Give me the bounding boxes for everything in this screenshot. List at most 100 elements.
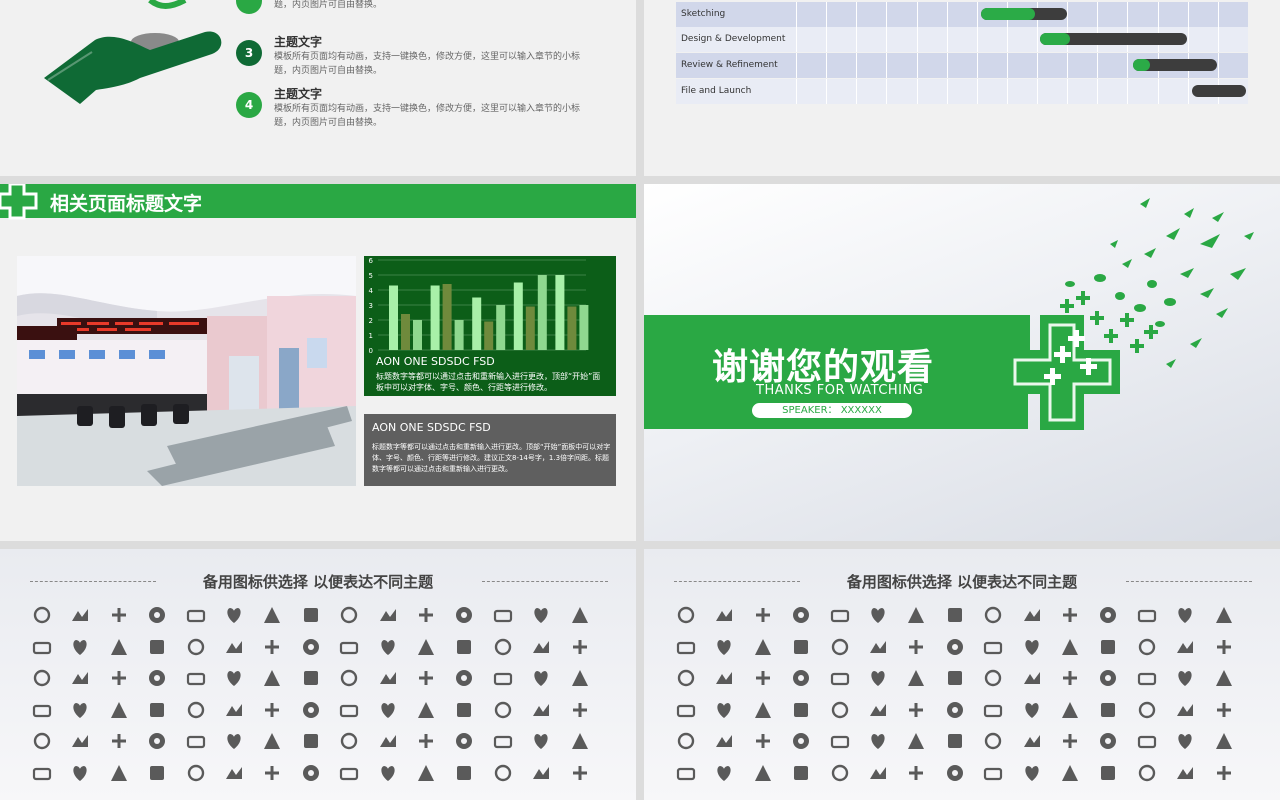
team-icon [1173, 761, 1197, 785]
crop-icon [981, 603, 1005, 627]
photo-icon [1173, 666, 1197, 690]
chart-tick-label: 0 [369, 347, 373, 354]
slide-thanks[interactable]: 谢谢您的观看 THANKS FOR WATCHING SPEAKER： XXXX… [644, 184, 1280, 541]
chat-icon [568, 635, 592, 659]
gantt-cell [946, 27, 977, 52]
moto2-icon [904, 635, 928, 659]
chart-tick-label: 6 [369, 257, 374, 265]
gamepad-icon [107, 603, 131, 627]
icons-title: 备用图标供选择 以便表达不同主题 [846, 573, 1078, 591]
gantt-cell [916, 53, 947, 78]
document-icon [68, 761, 92, 785]
sliders-icon [751, 729, 775, 753]
gantt-cell [826, 2, 856, 27]
video-icon [981, 666, 1005, 690]
shirt-icon [1058, 761, 1082, 785]
card-icon [866, 666, 890, 690]
gantt-cell [1037, 53, 1067, 78]
thumbs-up-icon [30, 761, 54, 785]
chart-bar [389, 285, 398, 350]
speaker-pill: SPEAKER： XXXXXX [752, 403, 912, 418]
lock-icon [751, 761, 775, 785]
gauge-icon [1020, 635, 1044, 659]
gantt-cell [1217, 53, 1248, 78]
ship-icon [260, 603, 284, 627]
slide-topics[interactable]: 模板所有页面均有动画，支持一键换色，修改方便，这里可以输入章节的小标题，内页图片… [0, 0, 636, 176]
chart-bar [567, 306, 577, 350]
car2-icon [828, 635, 852, 659]
bar-chart: 0 1 2 3 4 5 6 [369, 257, 589, 354]
expand-icon [712, 666, 736, 690]
printer2-icon [1058, 603, 1082, 627]
gantt-row-label: Sketching [681, 9, 726, 19]
apps-icon [943, 603, 967, 627]
ticket-icon [789, 729, 813, 753]
gantt-row: File and Launch [676, 79, 1248, 104]
news-icon [1212, 666, 1236, 690]
envelope-icon [107, 761, 131, 785]
chart-bar [555, 275, 565, 350]
gantt-cell [916, 2, 947, 27]
chart-bar [496, 305, 506, 350]
slide-icons-b[interactable]: 备用图标供选择 以便表达不同主题 [644, 549, 1280, 800]
power-icon [107, 698, 131, 722]
heart2-icon [828, 666, 852, 690]
person-icon [529, 729, 553, 753]
alarm-icon [145, 729, 169, 753]
chart-bar [525, 306, 535, 350]
hand-plant-illustration [44, 0, 222, 104]
tools-icon [376, 635, 400, 659]
flag-icon [222, 698, 246, 722]
gantt-cell [1067, 2, 1097, 27]
group-icon [222, 666, 246, 690]
gate-icon [981, 635, 1005, 659]
refresh-icon [904, 729, 928, 753]
sail-icon [981, 698, 1005, 722]
home-icon [568, 666, 592, 690]
chart-panel-desc: 标题数字等都可以通过点击和重新输入进行更改，顶部“开始”面板中可以对字体、字号、… [376, 372, 601, 392]
chat2-icon [1212, 603, 1236, 627]
chart-bar [579, 305, 589, 350]
web-icon [30, 698, 54, 722]
store-icon [789, 603, 813, 627]
gantt-progress [1040, 33, 1070, 45]
slide-icons-a[interactable]: 备用图标供选择 以便表达不同主题 [0, 549, 636, 800]
gantt-cell [1127, 79, 1157, 104]
mobile-icon [337, 761, 361, 785]
topic-number: 3 [236, 40, 262, 66]
apple-icon [184, 635, 208, 659]
chart-bar [472, 297, 482, 350]
chart-bar [454, 320, 464, 350]
award-icon [299, 729, 323, 753]
satellite-icon [414, 603, 438, 627]
hourglass-icon [674, 635, 698, 659]
tie-icon [789, 635, 813, 659]
wifi-icon [712, 635, 736, 659]
photos-icon [751, 698, 775, 722]
gantt-cell [796, 27, 826, 52]
chart-tick-label: 4 [369, 287, 374, 295]
camera-icon [376, 603, 400, 627]
magnifier-icon [414, 729, 438, 753]
medal-icon [376, 729, 400, 753]
compass-icon [568, 603, 592, 627]
chart-bar [430, 285, 440, 350]
image-icon [222, 761, 246, 785]
house2-icon [376, 761, 400, 785]
people-icon [184, 761, 208, 785]
gantt-cell [826, 27, 856, 52]
bicycle-icon [299, 603, 323, 627]
diamond-icon [712, 761, 736, 785]
cross-birds-illustration [1002, 198, 1254, 430]
gantt-cell [826, 79, 856, 104]
star-icon [904, 666, 928, 690]
flame-icon [1058, 666, 1082, 690]
gantt-cell [856, 2, 886, 27]
slide-related-page[interactable]: 相关页面标题文字 0 1 2 3 4 5 6 AON ONE SDSDC FSD… [0, 184, 636, 541]
chart-panel-title: AON ONE SDSDC FSD [376, 355, 495, 368]
graduation-icon [1135, 635, 1159, 659]
thanks-subtitle: THANKS FOR WATCHING [756, 383, 924, 398]
gantt-cell [886, 79, 916, 104]
lamp-icon [1135, 761, 1159, 785]
gantt-row: Review & Refinement [676, 53, 1248, 78]
